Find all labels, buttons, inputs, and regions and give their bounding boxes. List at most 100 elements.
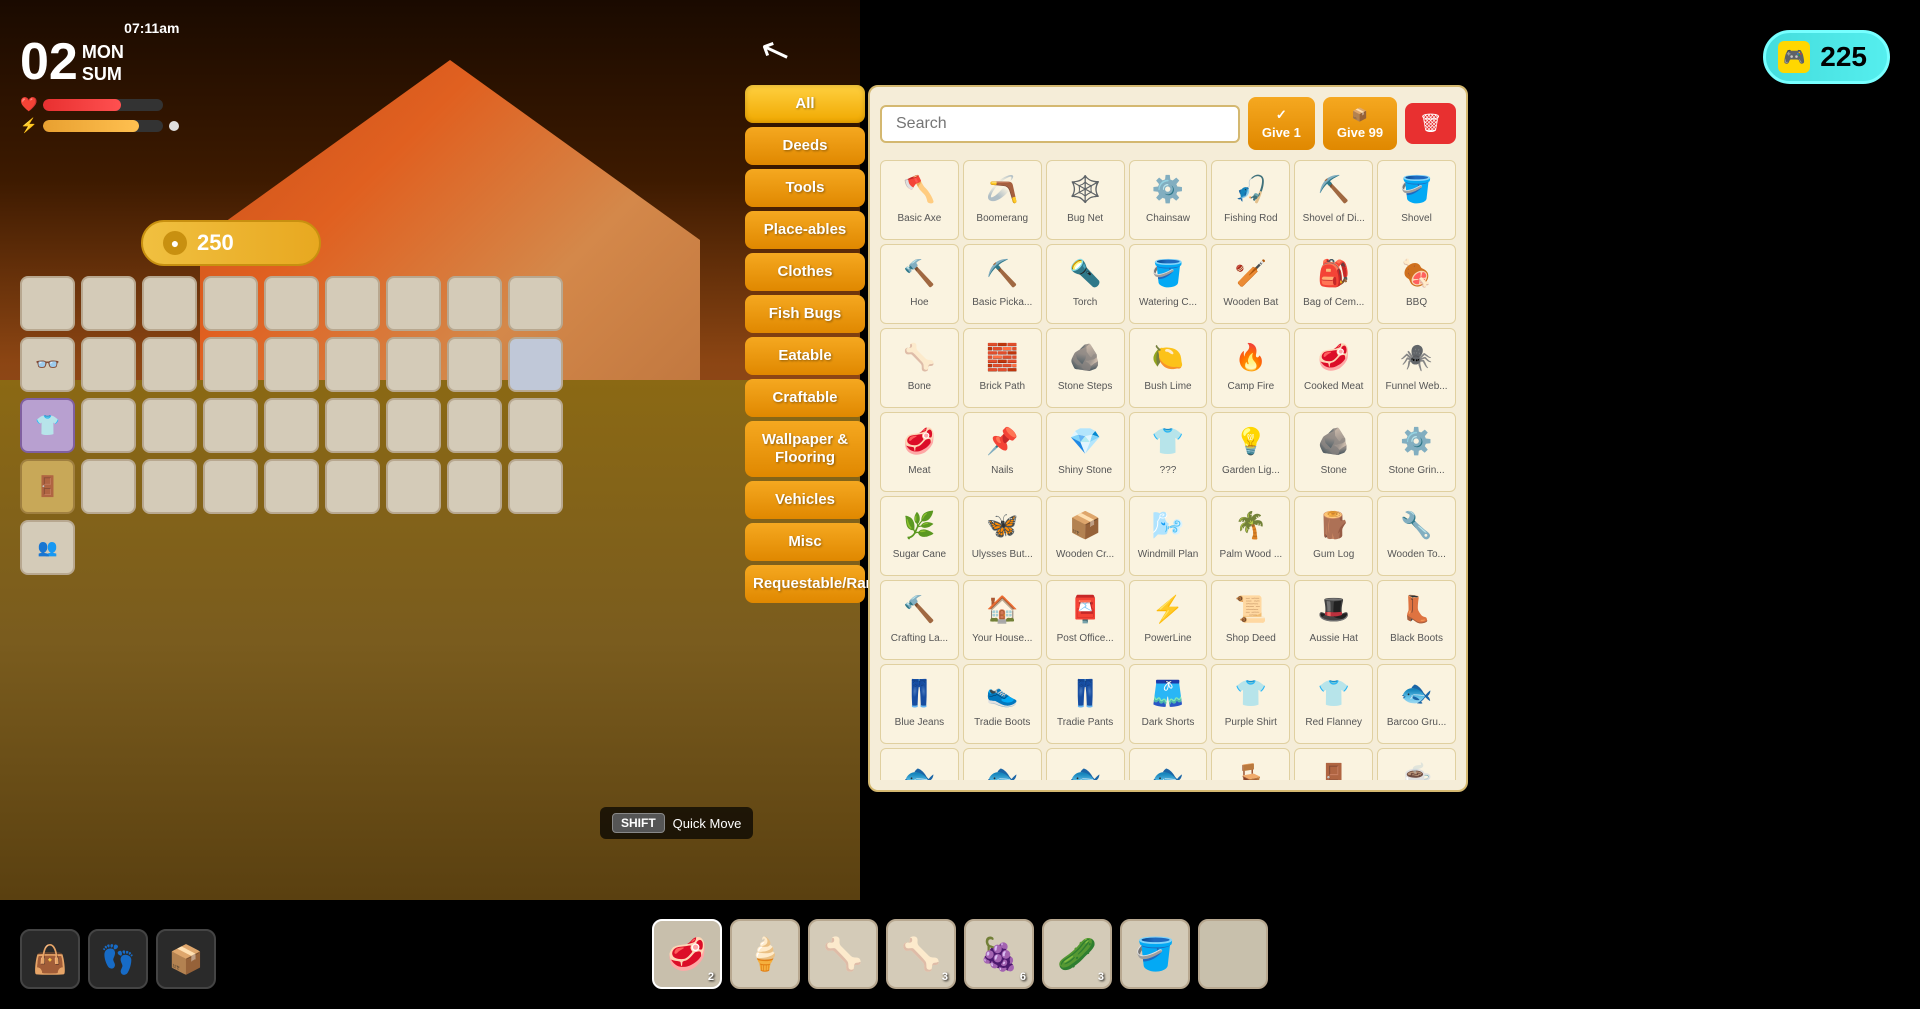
inv-slot-3-2[interactable] xyxy=(142,398,197,453)
category-btn-placeables[interactable]: Place-ables xyxy=(745,211,865,249)
category-btn-misc[interactable]: Misc xyxy=(745,523,865,561)
hotbar-slot-7[interactable]: 🪣 xyxy=(1120,919,1190,989)
item-cell-tradie-boots[interactable]: 👟 Tradie Boots xyxy=(963,664,1042,744)
inv-slot-3-3[interactable] xyxy=(203,398,258,453)
category-btn-vehicles[interactable]: Vehicles xyxy=(745,481,865,519)
inv-slot-3-7[interactable] xyxy=(447,398,502,453)
item-cell-bag-of-cem[interactable]: 🎒 Bag of Cem... xyxy=(1294,244,1373,324)
hotbar-slot-4[interactable]: 🦴3 xyxy=(886,919,956,989)
inv-slot-3-8[interactable] xyxy=(508,398,563,453)
inv-slot-1-7[interactable] xyxy=(447,276,502,331)
inv-slot-4-2[interactable] xyxy=(142,459,197,514)
hotbar-slot-6[interactable]: 🥒3 xyxy=(1042,919,1112,989)
hotbar-slot-8[interactable] xyxy=(1198,919,1268,989)
item-cell-wooden-cr[interactable]: 📦 Wooden Cr... xyxy=(1046,496,1125,576)
inv-slot-2-1[interactable] xyxy=(81,337,136,392)
bag-icon-btn[interactable]: 👜 xyxy=(20,929,80,989)
category-btn-deeds[interactable]: Deeds xyxy=(745,127,865,165)
category-btn-fishbugs[interactable]: Fish Bugs xyxy=(745,295,865,333)
inv-slot-1-3[interactable] xyxy=(203,276,258,331)
hotbar-slot-5[interactable]: 🍇6 xyxy=(964,919,1034,989)
search-input[interactable] xyxy=(880,105,1240,143)
inv-slot-2-5[interactable] xyxy=(325,337,380,392)
inv-slot-1-8[interactable] xyxy=(508,276,563,331)
item-cell-unk[interactable]: 👕 ??? xyxy=(1129,412,1208,492)
item-cell-bug-net[interactable]: 🕸️ Bug Net xyxy=(1046,160,1125,240)
item-cell-powerline[interactable]: ⚡ PowerLine xyxy=(1129,580,1208,660)
inv-slot-4-3[interactable] xyxy=(203,459,258,514)
item-cell-barramundi[interactable]: 🐟 Barramundi xyxy=(880,748,959,780)
inv-slot-4-8[interactable] xyxy=(508,459,563,514)
inv-slot-3-1[interactable] xyxy=(81,398,136,453)
item-cell-river-bass[interactable]: 🐟 River Bass xyxy=(963,748,1042,780)
item-cell-watering-c[interactable]: 🪣 Watering C... xyxy=(1129,244,1208,324)
item-cell-chainsaw[interactable]: ⚙️ Chainsaw xyxy=(1129,160,1208,240)
sidebar-slot-1[interactable] xyxy=(20,276,75,331)
item-cell-nails[interactable]: 📌 Nails xyxy=(963,412,1042,492)
item-cell-wooden-to[interactable]: 🔧 Wooden To... xyxy=(1377,496,1456,576)
item-cell-coffee-table[interactable]: ☕ Coffee Table xyxy=(1377,748,1456,780)
item-cell-dark-shorts[interactable]: 🩳 Dark Shorts xyxy=(1129,664,1208,744)
item-cell-red-flanney[interactable]: 👕 Red Flanney xyxy=(1294,664,1373,744)
hotbar-slot-1[interactable]: 🥩2 xyxy=(652,919,722,989)
item-cell-purple-seat[interactable]: 🪑 Purple Seat xyxy=(1211,748,1290,780)
inv-slot-1-1[interactable] xyxy=(81,276,136,331)
item-cell-brick-path[interactable]: 🧱 Brick Path xyxy=(963,328,1042,408)
category-btn-clothes[interactable]: Clothes xyxy=(745,253,865,291)
item-cell-crafting-la[interactable]: 🔨 Crafting La... xyxy=(880,580,959,660)
item-cell-stone[interactable]: 🪨 Stone xyxy=(1294,412,1373,492)
give-1-button[interactable]: ✓ Give 1 xyxy=(1248,97,1315,150)
inv-slot-2-8[interactable] xyxy=(508,337,563,392)
inv-slot-3-6[interactable] xyxy=(386,398,441,453)
item-cell-palm-wood[interactable]: 🌴 Palm Wood ... xyxy=(1211,496,1290,576)
inv-slot-2-7[interactable] xyxy=(447,337,502,392)
item-cell-post-office[interactable]: 📮 Post Office... xyxy=(1046,580,1125,660)
item-cell-boomerang[interactable]: 🪃 Boomerang xyxy=(963,160,1042,240)
inv-slot-4-4[interactable] xyxy=(264,459,319,514)
item-cell-aussie-hat[interactable]: 🎩 Aussie Hat xyxy=(1294,580,1373,660)
item-cell-shovel[interactable]: 🪣 Shovel xyxy=(1377,160,1456,240)
item-cell-funnel-web[interactable]: 🕷️ Funnel Web... xyxy=(1377,328,1456,408)
item-cell-windmill-plan[interactable]: 🌬️ Windmill Plan xyxy=(1129,496,1208,576)
item-cell-jungle-per[interactable]: 🐟 Jungle Per... xyxy=(1129,748,1208,780)
item-cell-meat[interactable]: 🥩 Meat xyxy=(880,412,959,492)
inv-slot-1-4[interactable] xyxy=(264,276,319,331)
sidebar-slot-4[interactable]: 🚪 xyxy=(20,459,75,514)
item-cell-bone[interactable]: 🦴 Bone xyxy=(880,328,959,408)
sidebar-slot-5[interactable]: 👥 xyxy=(20,520,75,575)
category-btn-all[interactable]: All xyxy=(745,85,865,123)
item-cell-barcoo-gru[interactable]: 🐟 Barcoo Gru... xyxy=(1377,664,1456,744)
category-btn-craftable[interactable]: Craftable xyxy=(745,379,865,417)
inv-slot-2-6[interactable] xyxy=(386,337,441,392)
item-cell-tradie-pants[interactable]: 👖 Tradie Pants xyxy=(1046,664,1125,744)
item-cell-stone-grin[interactable]: ⚙️ Stone Grin... xyxy=(1377,412,1456,492)
inv-slot-1-5[interactable] xyxy=(325,276,380,331)
item-cell-your-house[interactable]: 🏠 Your House... xyxy=(963,580,1042,660)
item-cell-shiny-stone[interactable]: 💎 Shiny Stone xyxy=(1046,412,1125,492)
item-cell-shovel-of-di[interactable]: ⛏️ Shovel of Di... xyxy=(1294,160,1373,240)
item-cell-gum-log[interactable]: 🪵 Gum Log xyxy=(1294,496,1373,576)
item-cell-bbq[interactable]: 🍖 BBQ xyxy=(1377,244,1456,324)
inv-slot-2-4[interactable] xyxy=(264,337,319,392)
inv-slot-4-7[interactable] xyxy=(447,459,502,514)
give-99-button[interactable]: 📦 Give 99 xyxy=(1323,97,1397,150)
item-cell-blue-jeans[interactable]: 👖 Blue Jeans xyxy=(880,664,959,744)
inv-slot-2-3[interactable] xyxy=(203,337,258,392)
hotbar-slot-3[interactable]: 🦴 xyxy=(808,919,878,989)
inv-slot-2-2[interactable] xyxy=(142,337,197,392)
inv-slot-3-4[interactable] xyxy=(264,398,319,453)
inv-slot-4-5[interactable] xyxy=(325,459,380,514)
item-cell-hoe[interactable]: 🔨 Hoe xyxy=(880,244,959,324)
delete-button[interactable]: 🗑 xyxy=(1405,103,1456,144)
sidebar-slot-3[interactable]: 👕 xyxy=(20,398,75,453)
item-cell-cooked-fish[interactable]: 🐟 Cooked Fish xyxy=(1046,748,1125,780)
category-btn-eatable[interactable]: Eatable xyxy=(745,337,865,375)
category-btn-wallpaper[interactable]: Wallpaper & Flooring xyxy=(745,421,865,477)
item-cell-garden-lig[interactable]: 💡 Garden Lig... xyxy=(1211,412,1290,492)
storage-icon-btn[interactable]: 📦 xyxy=(156,929,216,989)
inv-slot-4-6[interactable] xyxy=(386,459,441,514)
feet-icon-btn[interactable]: 👣 xyxy=(88,929,148,989)
inv-slot-1-6[interactable] xyxy=(386,276,441,331)
item-cell-ulysses-but[interactable]: 🦋 Ulysses But... xyxy=(963,496,1042,576)
inv-slot-4-1[interactable] xyxy=(81,459,136,514)
